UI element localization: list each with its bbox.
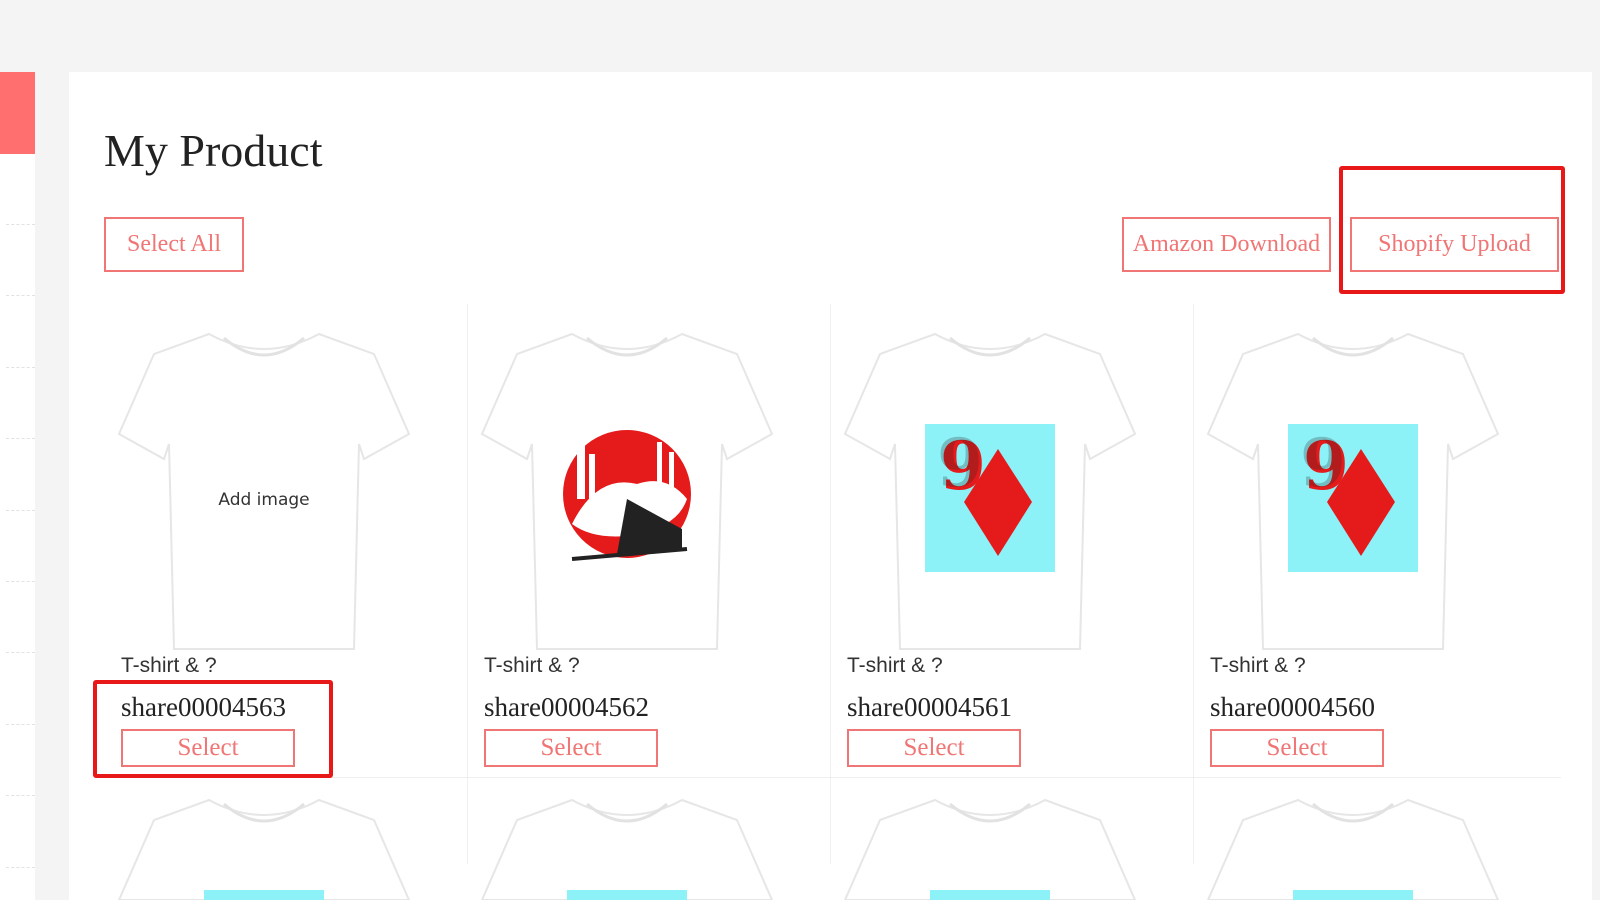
svg-text:9: 9 — [1300, 424, 1346, 502]
product-card[interactable]: T-shirt & ? share00004562 Select — [467, 304, 829, 774]
product-type: T-shirt & ? — [484, 654, 580, 677]
grid-row-divider — [104, 777, 1561, 778]
sidebar-divider — [6, 295, 35, 296]
top-bar — [0, 0, 1600, 72]
train-illustration-icon — [562, 422, 692, 567]
select-button[interactable]: Select — [484, 729, 658, 767]
product-name: share00004561 — [847, 692, 1012, 722]
sidebar-divider — [6, 510, 35, 511]
tshirt-image — [1206, 798, 1500, 900]
sidebar-divider — [6, 224, 35, 225]
select-all-button[interactable]: Select All — [104, 217, 244, 272]
product-type: T-shirt & ? — [1210, 654, 1306, 677]
shopify-upload-button[interactable]: Shopify Upload — [1350, 217, 1559, 272]
product-name: share00004563 — [121, 692, 286, 722]
product-type: T-shirt & ? — [847, 654, 943, 677]
product-type: T-shirt & ? — [121, 654, 217, 677]
tshirt-image: 9 9 — [1206, 332, 1500, 650]
select-button[interactable]: Select — [121, 729, 295, 767]
product-card[interactable]: 9 9 T-shirt & ? share00004561 Select — [830, 304, 1192, 774]
sidebar-divider — [6, 438, 35, 439]
sidebar-active-item[interactable] — [0, 72, 35, 154]
sidebar-divider — [6, 867, 35, 868]
svg-text:9: 9 — [937, 424, 983, 502]
select-button[interactable]: Select — [847, 729, 1021, 767]
select-button[interactable]: Select — [1210, 729, 1384, 767]
product-card[interactable]: 9 9 T-shirt & ? share00004560 Select — [1193, 304, 1555, 774]
nine-of-diamonds-icon: 9 9 — [1288, 424, 1418, 572]
tshirt-image — [843, 798, 1137, 900]
product-card[interactable]: Add image T-shirt & ? share00004563 Sele… — [104, 304, 466, 774]
tshirt-image: 9 9 — [843, 332, 1137, 650]
tshirt-image — [117, 332, 411, 650]
main-panel: My Product Select All Amazon Download Sh… — [69, 72, 1592, 900]
amazon-download-button[interactable]: Amazon Download — [1122, 217, 1331, 272]
add-image-placeholder[interactable]: Add image — [114, 490, 414, 510]
tshirt-image — [480, 332, 774, 650]
sidebar — [0, 72, 35, 900]
sidebar-divider — [6, 581, 35, 582]
product-name: share00004562 — [484, 692, 649, 722]
page-title: My Product — [104, 125, 323, 176]
sidebar-divider — [6, 367, 35, 368]
nine-of-diamonds-icon: 9 9 — [925, 424, 1055, 572]
tshirt-image — [117, 798, 411, 900]
sidebar-divider — [6, 795, 35, 796]
tshirt-image — [480, 798, 774, 900]
sidebar-divider — [6, 652, 35, 653]
product-name: share00004560 — [1210, 692, 1375, 722]
sidebar-divider — [6, 724, 35, 725]
